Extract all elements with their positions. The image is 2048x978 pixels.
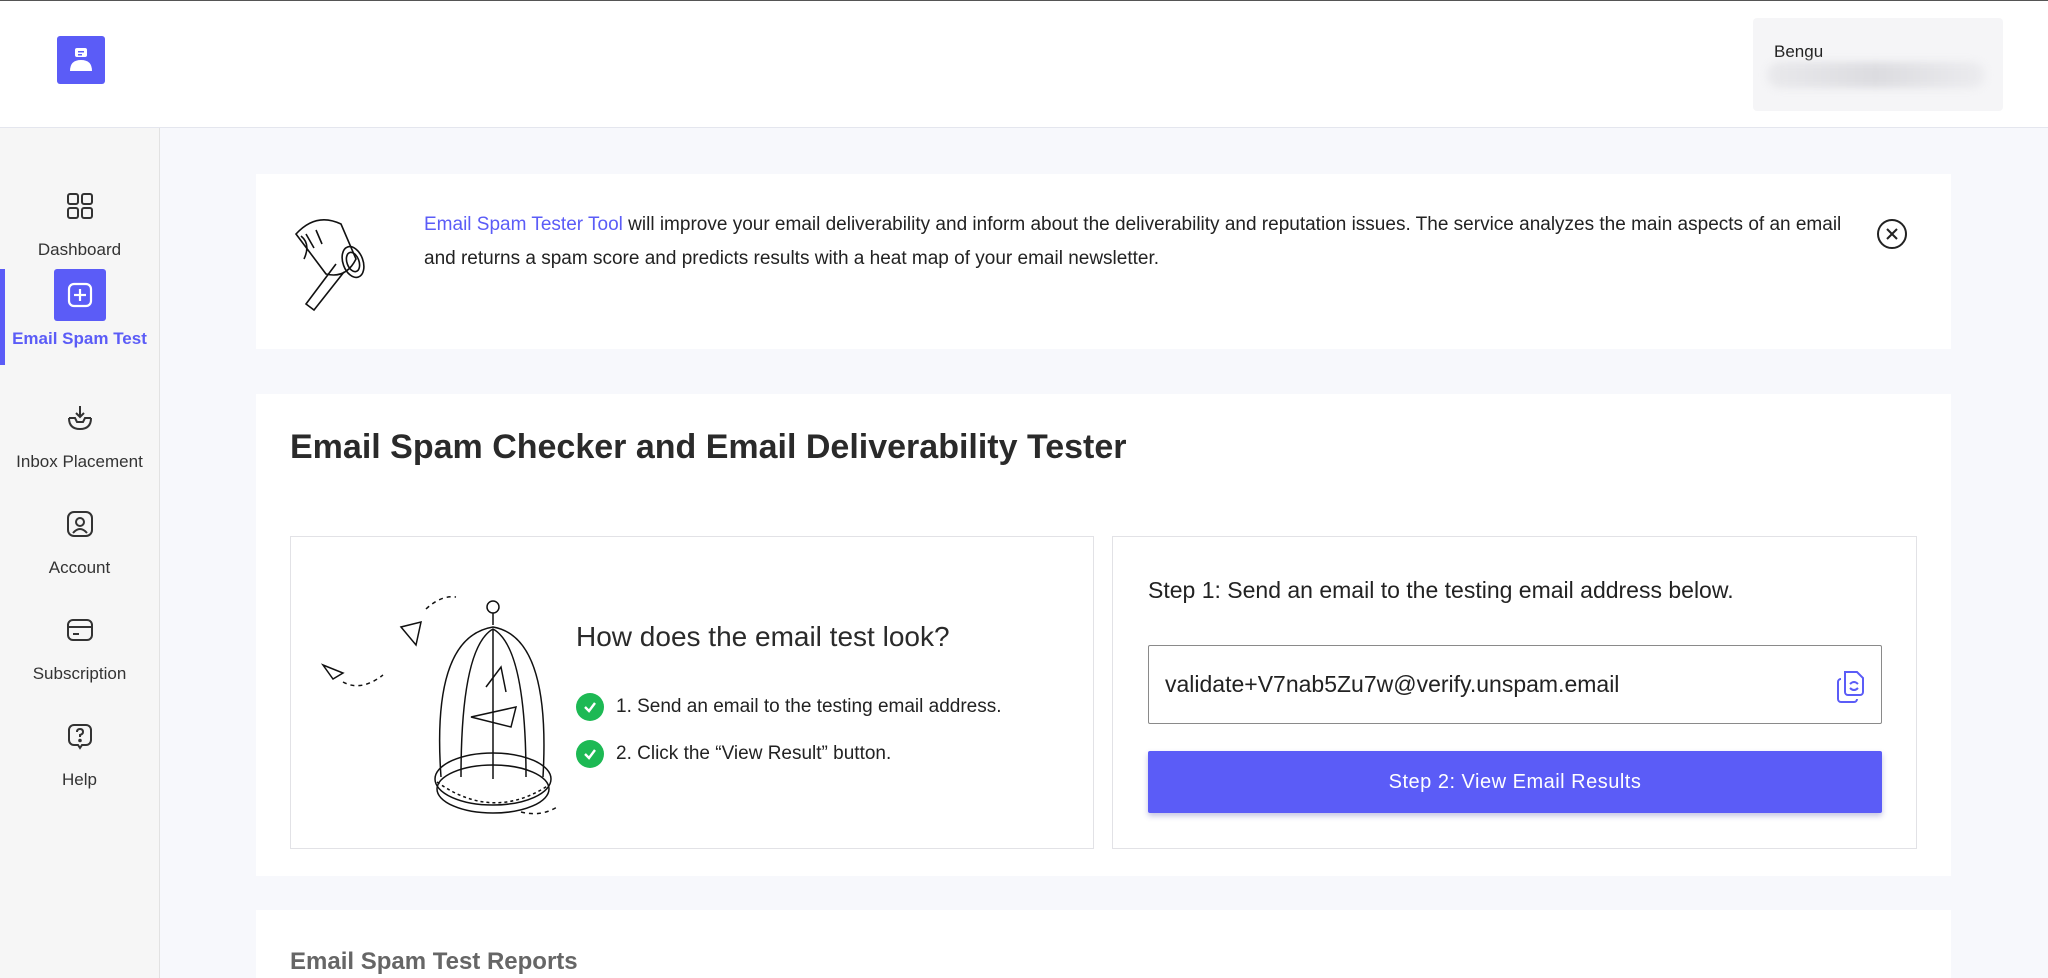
view-email-results-button[interactable]: Step 2: View Email Results — [1148, 751, 1882, 813]
step-1-instruction: Step 1: Send an email to the testing ema… — [1148, 577, 1734, 603]
sidebar-item-dashboard[interactable]: Dashboard — [0, 180, 159, 276]
sidebar: Dashboard Email Spam Test Inbox Placemen… — [0, 128, 160, 978]
sidebar-item-account[interactable]: Account — [0, 498, 159, 594]
sidebar-item-label: Inbox Placement — [16, 452, 143, 471]
inbox-download-icon — [54, 392, 106, 444]
testing-email-address: validate+V7nab5Zu7w@verify.unspam.email — [1165, 671, 1620, 697]
how-it-works-box: How does the email test look? 1. Send an… — [290, 536, 1094, 849]
how-step-1: 1. Send an email to the testing email ad… — [576, 693, 1002, 721]
sidebar-item-inbox-placement[interactable]: Inbox Placement — [0, 392, 159, 488]
sidebar-item-label: Dashboard — [37, 240, 122, 259]
user-email-redacted — [1767, 62, 1985, 88]
sidebar-item-help[interactable]: Help — [0, 710, 159, 806]
close-banner-button[interactable] — [1876, 218, 1908, 250]
user-menu[interactable]: Bengu — [1753, 18, 2003, 111]
how-it-works-title: How does the email test look? — [576, 621, 950, 652]
top-bar: Bengu — [0, 1, 2048, 128]
app-logo[interactable] — [57, 36, 105, 84]
birdcage-illustration — [321, 596, 558, 815]
copy-icon — [1837, 671, 1864, 703]
check-icon — [576, 693, 604, 721]
reports-title: Email Spam Test Reports — [290, 948, 578, 975]
sidebar-item-label: Email Spam Test — [12, 329, 147, 348]
page-title: Email Spam Checker and Email Deliverabil… — [290, 428, 1127, 466]
check-icon — [576, 740, 604, 768]
copy-email-button[interactable] — [1833, 668, 1867, 704]
user-name: Bengu — [1774, 42, 1824, 61]
user-square-icon — [54, 498, 106, 550]
how-step-text: 1. Send an email to the testing email ad… — [616, 696, 1002, 717]
close-icon — [1877, 219, 1907, 249]
sidebar-item-label: Subscription — [32, 664, 127, 683]
spam-tester-tool-link[interactable]: Email Spam Tester Tool — [424, 214, 623, 235]
send-email-box: Step 1: Send an email to the testing ema… — [1112, 536, 1917, 849]
reports-section: Email Spam Test Reports — [256, 910, 1951, 978]
sidebar-item-label: Help — [62, 770, 97, 789]
spam-checker-panel: Email Spam Checker and Email Deliverabil… — [256, 394, 1951, 876]
testing-email-field[interactable]: validate+V7nab5Zu7w@verify.unspam.email — [1148, 645, 1882, 724]
grid-icon — [54, 180, 106, 232]
megaphone-illustration — [294, 218, 365, 312]
sidebar-item-label: Account — [48, 558, 111, 577]
sidebar-item-subscription[interactable]: Subscription — [0, 604, 159, 700]
card-icon — [54, 604, 106, 656]
sidebar-item-email-spam-test[interactable]: Email Spam Test — [0, 269, 159, 365]
info-banner: Email Spam Tester Tool will improve your… — [256, 174, 1951, 349]
how-step-text: 2. Click the “View Result” button. — [616, 743, 892, 764]
banner-description: Email Spam Tester Tool will improve your… — [424, 208, 1844, 276]
banner-text: will improve your email deliverability a… — [424, 214, 1842, 269]
how-step-2: 2. Click the “View Result” button. — [576, 740, 891, 768]
help-bubble-icon — [54, 710, 106, 762]
plus-square-icon — [53, 269, 106, 321]
logo-icon — [70, 48, 92, 71]
